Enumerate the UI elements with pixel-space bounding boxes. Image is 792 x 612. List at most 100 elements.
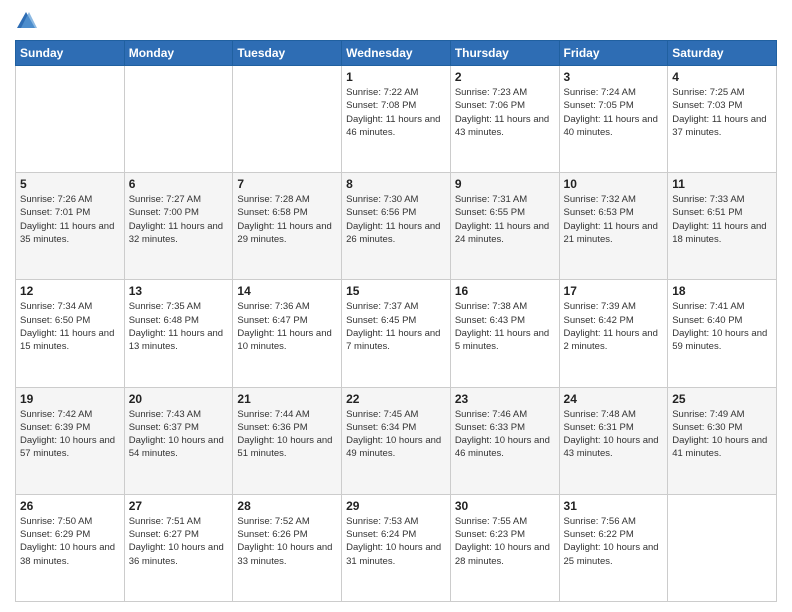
calendar-cell: 25Sunrise: 7:49 AM Sunset: 6:30 PM Dayli… <box>668 387 777 494</box>
day-info: Sunrise: 7:26 AM Sunset: 7:01 PM Dayligh… <box>20 193 120 246</box>
calendar-cell: 17 Sunrise: 7:39 AM Sunset: 6:42 PM Dayli… <box>559 280 668 387</box>
calendar-cell: 26 Sunrise: 7:50 AM Sunset: 6:29 PM Dayli… <box>16 494 125 601</box>
calendar-cell: 29 Sunrise: 7:53 AM Sunset: 6:24 PM Dayli… <box>342 494 451 601</box>
day-info: Sunrise: 7:28 AM Sunset: 6:58 PM Dayligh… <box>237 193 337 246</box>
calendar-cell: 3 Sunrise: 7:24 AM Sunset: 7:05 PM Daylig… <box>559 66 668 173</box>
day-info: Sunrise: 7:44 AM Sunset: 6:36 PM Dayligh… <box>237 408 337 461</box>
calendar-cell: 16 Sunrise: 7:38 AM Sunset: 6:43 PM Dayli… <box>450 280 559 387</box>
day-info: Sunrise: 7:41 AM Sunset: 6:40 PM Dayligh… <box>672 300 772 353</box>
day-info: Sunrise: 7:36 AM Sunset: 6:47 PM Dayligh… <box>237 300 337 353</box>
day-number: 27 <box>129 499 229 513</box>
calendar-cell: 4Sunrise: 7:25 AM Sunset: 7:03 PM Daylig… <box>668 66 777 173</box>
weekday-header: Monday <box>124 41 233 66</box>
day-info: Sunrise: 7:24 AM Sunset: 7:05 PM Dayligh… <box>564 86 664 139</box>
day-info: Sunrise: 7:31 AM Sunset: 6:55 PM Dayligh… <box>455 193 555 246</box>
day-number: 2 <box>455 70 555 84</box>
day-number: 5 <box>20 177 120 191</box>
logo-icon <box>15 10 37 32</box>
calendar-week-row: 12 Sunrise: 7:34 AM Sunset: 6:50 PM Dayli… <box>16 280 777 387</box>
calendar-cell: 5 Sunrise: 7:26 AM Sunset: 7:01 PM Daylig… <box>16 173 125 280</box>
day-info: Sunrise: 7:27 AM Sunset: 7:00 PM Dayligh… <box>129 193 229 246</box>
day-info: Sunrise: 7:53 AM Sunset: 6:24 PM Dayligh… <box>346 515 446 568</box>
day-info: Sunrise: 7:35 AM Sunset: 6:48 PM Dayligh… <box>129 300 229 353</box>
day-number: 15 <box>346 284 446 298</box>
calendar-cell: 23 Sunrise: 7:46 AM Sunset: 6:33 PM Dayli… <box>450 387 559 494</box>
calendar-cell: 9 Sunrise: 7:31 AM Sunset: 6:55 PM Daylig… <box>450 173 559 280</box>
day-number: 19 <box>20 392 120 406</box>
day-info: Sunrise: 7:43 AM Sunset: 6:37 PM Dayligh… <box>129 408 229 461</box>
calendar-cell: 2 Sunrise: 7:23 AM Sunset: 7:06 PM Daylig… <box>450 66 559 173</box>
calendar-cell: 1 Sunrise: 7:22 AM Sunset: 7:08 PM Daylig… <box>342 66 451 173</box>
calendar-week-row: 19 Sunrise: 7:42 AM Sunset: 6:39 PM Dayli… <box>16 387 777 494</box>
day-number: 16 <box>455 284 555 298</box>
day-info: Sunrise: 7:52 AM Sunset: 6:26 PM Dayligh… <box>237 515 337 568</box>
day-number: 26 <box>20 499 120 513</box>
day-number: 10 <box>564 177 664 191</box>
day-number: 9 <box>455 177 555 191</box>
weekday-header: Wednesday <box>342 41 451 66</box>
day-info: Sunrise: 7:38 AM Sunset: 6:43 PM Dayligh… <box>455 300 555 353</box>
day-info: Sunrise: 7:56 AM Sunset: 6:22 PM Dayligh… <box>564 515 664 568</box>
day-info: Sunrise: 7:46 AM Sunset: 6:33 PM Dayligh… <box>455 408 555 461</box>
calendar-cell: 8Sunrise: 7:30 AM Sunset: 6:56 PM Daylig… <box>342 173 451 280</box>
day-number: 8 <box>346 177 446 191</box>
calendar-header: SundayMondayTuesdayWednesdayThursdayFrid… <box>16 41 777 66</box>
calendar-cell: 15 Sunrise: 7:37 AM Sunset: 6:45 PM Dayli… <box>342 280 451 387</box>
day-number: 3 <box>564 70 664 84</box>
calendar-cell: 31 Sunrise: 7:56 AM Sunset: 6:22 PM Dayli… <box>559 494 668 601</box>
day-info: Sunrise: 7:45 AM Sunset: 6:34 PM Dayligh… <box>346 408 446 461</box>
day-info: Sunrise: 7:39 AM Sunset: 6:42 PM Dayligh… <box>564 300 664 353</box>
day-number: 14 <box>237 284 337 298</box>
day-number: 21 <box>237 392 337 406</box>
calendar-cell: 12 Sunrise: 7:34 AM Sunset: 6:50 PM Dayli… <box>16 280 125 387</box>
calendar-cell: 13Sunrise: 7:35 AM Sunset: 6:48 PM Dayli… <box>124 280 233 387</box>
logo <box>15 10 41 32</box>
calendar-cell: 14 Sunrise: 7:36 AM Sunset: 6:47 PM Dayli… <box>233 280 342 387</box>
day-info: Sunrise: 7:48 AM Sunset: 6:31 PM Dayligh… <box>564 408 664 461</box>
calendar-cell: 19 Sunrise: 7:42 AM Sunset: 6:39 PM Dayli… <box>16 387 125 494</box>
day-number: 23 <box>455 392 555 406</box>
calendar-week-row: 5 Sunrise: 7:26 AM Sunset: 7:01 PM Daylig… <box>16 173 777 280</box>
day-number: 31 <box>564 499 664 513</box>
day-info: Sunrise: 7:22 AM Sunset: 7:08 PM Dayligh… <box>346 86 446 139</box>
calendar-week-row: 1 Sunrise: 7:22 AM Sunset: 7:08 PM Daylig… <box>16 66 777 173</box>
calendar-cell: 18Sunrise: 7:41 AM Sunset: 6:40 PM Dayli… <box>668 280 777 387</box>
day-number: 4 <box>672 70 772 84</box>
day-info: Sunrise: 7:51 AM Sunset: 6:27 PM Dayligh… <box>129 515 229 568</box>
weekday-header: Friday <box>559 41 668 66</box>
calendar-cell: 30 Sunrise: 7:55 AM Sunset: 6:23 PM Dayli… <box>450 494 559 601</box>
calendar-cell: 24 Sunrise: 7:48 AM Sunset: 6:31 PM Dayli… <box>559 387 668 494</box>
day-info: Sunrise: 7:55 AM Sunset: 6:23 PM Dayligh… <box>455 515 555 568</box>
calendar-table: SundayMondayTuesdayWednesdayThursdayFrid… <box>15 40 777 602</box>
day-info: Sunrise: 7:23 AM Sunset: 7:06 PM Dayligh… <box>455 86 555 139</box>
day-number: 28 <box>237 499 337 513</box>
day-info: Sunrise: 7:49 AM Sunset: 6:30 PM Dayligh… <box>672 408 772 461</box>
weekday-row: SundayMondayTuesdayWednesdayThursdayFrid… <box>16 41 777 66</box>
calendar-cell: 7 Sunrise: 7:28 AM Sunset: 6:58 PM Daylig… <box>233 173 342 280</box>
day-number: 17 <box>564 284 664 298</box>
day-info: Sunrise: 7:32 AM Sunset: 6:53 PM Dayligh… <box>564 193 664 246</box>
calendar-cell: 28 Sunrise: 7:52 AM Sunset: 6:26 PM Dayli… <box>233 494 342 601</box>
day-number: 29 <box>346 499 446 513</box>
day-info: Sunrise: 7:34 AM Sunset: 6:50 PM Dayligh… <box>20 300 120 353</box>
calendar-cell: 11Sunrise: 7:33 AM Sunset: 6:51 PM Dayli… <box>668 173 777 280</box>
day-number: 24 <box>564 392 664 406</box>
day-number: 12 <box>20 284 120 298</box>
day-number: 7 <box>237 177 337 191</box>
day-info: Sunrise: 7:50 AM Sunset: 6:29 PM Dayligh… <box>20 515 120 568</box>
day-number: 1 <box>346 70 446 84</box>
calendar-cell: 6Sunrise: 7:27 AM Sunset: 7:00 PM Daylig… <box>124 173 233 280</box>
calendar-cell <box>16 66 125 173</box>
weekday-header: Thursday <box>450 41 559 66</box>
day-number: 20 <box>129 392 229 406</box>
calendar-cell: 22Sunrise: 7:45 AM Sunset: 6:34 PM Dayli… <box>342 387 451 494</box>
calendar-cell: 10 Sunrise: 7:32 AM Sunset: 6:53 PM Dayli… <box>559 173 668 280</box>
day-number: 11 <box>672 177 772 191</box>
weekday-header: Sunday <box>16 41 125 66</box>
day-number: 30 <box>455 499 555 513</box>
day-info: Sunrise: 7:42 AM Sunset: 6:39 PM Dayligh… <box>20 408 120 461</box>
header <box>15 10 777 32</box>
day-info: Sunrise: 7:37 AM Sunset: 6:45 PM Dayligh… <box>346 300 446 353</box>
calendar-cell: 27 Sunrise: 7:51 AM Sunset: 6:27 PM Dayli… <box>124 494 233 601</box>
calendar-week-row: 26 Sunrise: 7:50 AM Sunset: 6:29 PM Dayli… <box>16 494 777 601</box>
